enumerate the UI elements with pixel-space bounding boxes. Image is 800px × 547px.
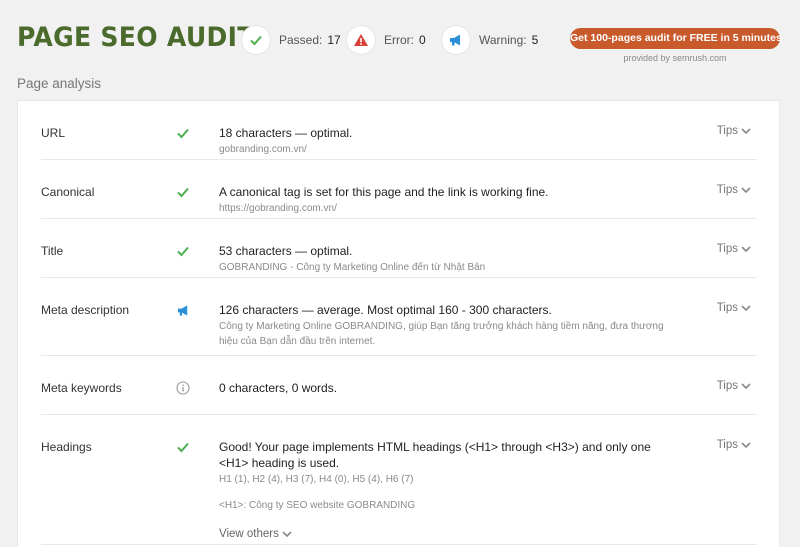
tips-toggle[interactable]: Tips: [717, 439, 751, 451]
warning-stat: Warning: 5: [442, 26, 538, 54]
error-count: 0: [419, 33, 426, 47]
passed-label: Passed:: [279, 33, 323, 47]
row-message: Good! Your page implements HTML headings…: [219, 440, 651, 470]
row-name: Canonical: [41, 185, 95, 199]
row-name: Meta keywords: [41, 381, 122, 395]
chevron-down-icon: [741, 304, 751, 311]
row-detail: gobranding.com.vn/: [219, 144, 307, 155]
row-url: URL 18 characters — optimal. gobranding.…: [41, 101, 757, 160]
chevron-down-icon: [741, 186, 751, 193]
row-name: Headings: [41, 440, 92, 454]
check-icon: [175, 439, 191, 455]
row-name: Title: [41, 244, 64, 258]
row-main: 0 characters, 0 words.: [219, 380, 689, 396]
tips-label: Tips: [716, 184, 738, 196]
view-others-label: View others: [219, 528, 279, 540]
warning-label: Warning:: [479, 33, 527, 47]
info-circle-icon: [175, 380, 191, 396]
row-detail: Công ty Marketing Online GOBRANDING, giú…: [219, 321, 664, 347]
passed-stat: Passed: 17: [242, 26, 341, 54]
passed-count: 17: [327, 33, 341, 47]
tips-toggle[interactable]: Tips: [717, 243, 751, 255]
error-triangle-icon: [347, 26, 375, 54]
tips-toggle[interactable]: Tips: [717, 380, 751, 392]
audit-header: PAGE SEO AUDIT Passed: 17 Error: 0 Warni…: [0, 0, 800, 68]
tips-toggle[interactable]: Tips: [717, 302, 751, 314]
page-title: PAGE SEO AUDIT: [17, 22, 255, 53]
row-meta-description: Meta description 126 characters — averag…: [41, 278, 757, 356]
chevron-down-icon: [282, 530, 292, 537]
row-title: Title 53 characters — optimal. GOBRANDIN…: [41, 219, 757, 278]
check-icon: [242, 26, 270, 54]
row-message: 18 characters — optimal.: [219, 126, 353, 140]
row-detail: GOBRANDING - Công ty Marketing Online đế…: [219, 262, 486, 273]
analysis-panel: URL 18 characters — optimal. gobranding.…: [17, 100, 780, 547]
row-message: 126 characters — average. Most optimal 1…: [219, 303, 552, 317]
row-main: 18 characters — optimal. gobranding.com.…: [219, 125, 689, 157]
chevron-down-icon: [741, 382, 751, 389]
row-meta-keywords: Meta keywords 0 characters, 0 words. Tip…: [41, 356, 757, 415]
tips-label: Tips: [716, 125, 738, 137]
row-main: 126 characters — average. Most optimal 1…: [219, 302, 689, 349]
tips-toggle[interactable]: Tips: [717, 184, 751, 196]
free-audit-button[interactable]: Get 100-pages audit for FREE in 5 minute…: [570, 28, 782, 49]
view-others-toggle[interactable]: View others: [219, 526, 292, 542]
warning-count: 5: [531, 33, 539, 47]
row-headings: Headings Good! Your page implements HTML…: [41, 415, 757, 545]
section-title: Page analysis: [17, 76, 102, 91]
check-icon: [175, 184, 191, 200]
h1-text: <H1>: Công ty SEO website GOBRANDING: [219, 500, 416, 511]
chevron-down-icon: [741, 127, 751, 134]
headings-counts: H1 (1), H2 (4), H3 (7), H4 (0), H5 (4), …: [219, 474, 414, 485]
row-detail: https://gobranding.com.vn/: [219, 203, 337, 214]
error-stat: Error: 0: [347, 26, 426, 54]
check-icon: [175, 125, 191, 141]
tips-toggle[interactable]: Tips: [717, 125, 751, 137]
row-canonical: Canonical A canonical tag is set for thi…: [41, 160, 757, 219]
tips-label: Tips: [716, 302, 738, 314]
megaphone-icon: [175, 302, 191, 318]
chevron-down-icon: [741, 245, 751, 252]
row-main: A canonical tag is set for this page and…: [219, 184, 689, 216]
tips-label: Tips: [716, 439, 738, 451]
tips-label: Tips: [716, 243, 738, 255]
row-message: A canonical tag is set for this page and…: [219, 185, 549, 199]
row-name: URL: [41, 126, 66, 140]
error-label: Error:: [384, 33, 414, 47]
tips-label: Tips: [716, 380, 738, 392]
row-main: Good! Your page implements HTML headings…: [219, 439, 689, 542]
check-icon: [175, 243, 191, 259]
row-main: 53 characters — optimal. GOBRANDING - Cô…: [219, 243, 689, 275]
row-message: 53 characters — optimal.: [219, 244, 353, 258]
megaphone-icon: [442, 26, 470, 54]
row-message: 0 characters, 0 words.: [219, 381, 338, 395]
chevron-down-icon: [741, 441, 751, 448]
row-name: Meta description: [41, 303, 130, 317]
provided-by-text: provided by semrush.com: [623, 53, 727, 63]
